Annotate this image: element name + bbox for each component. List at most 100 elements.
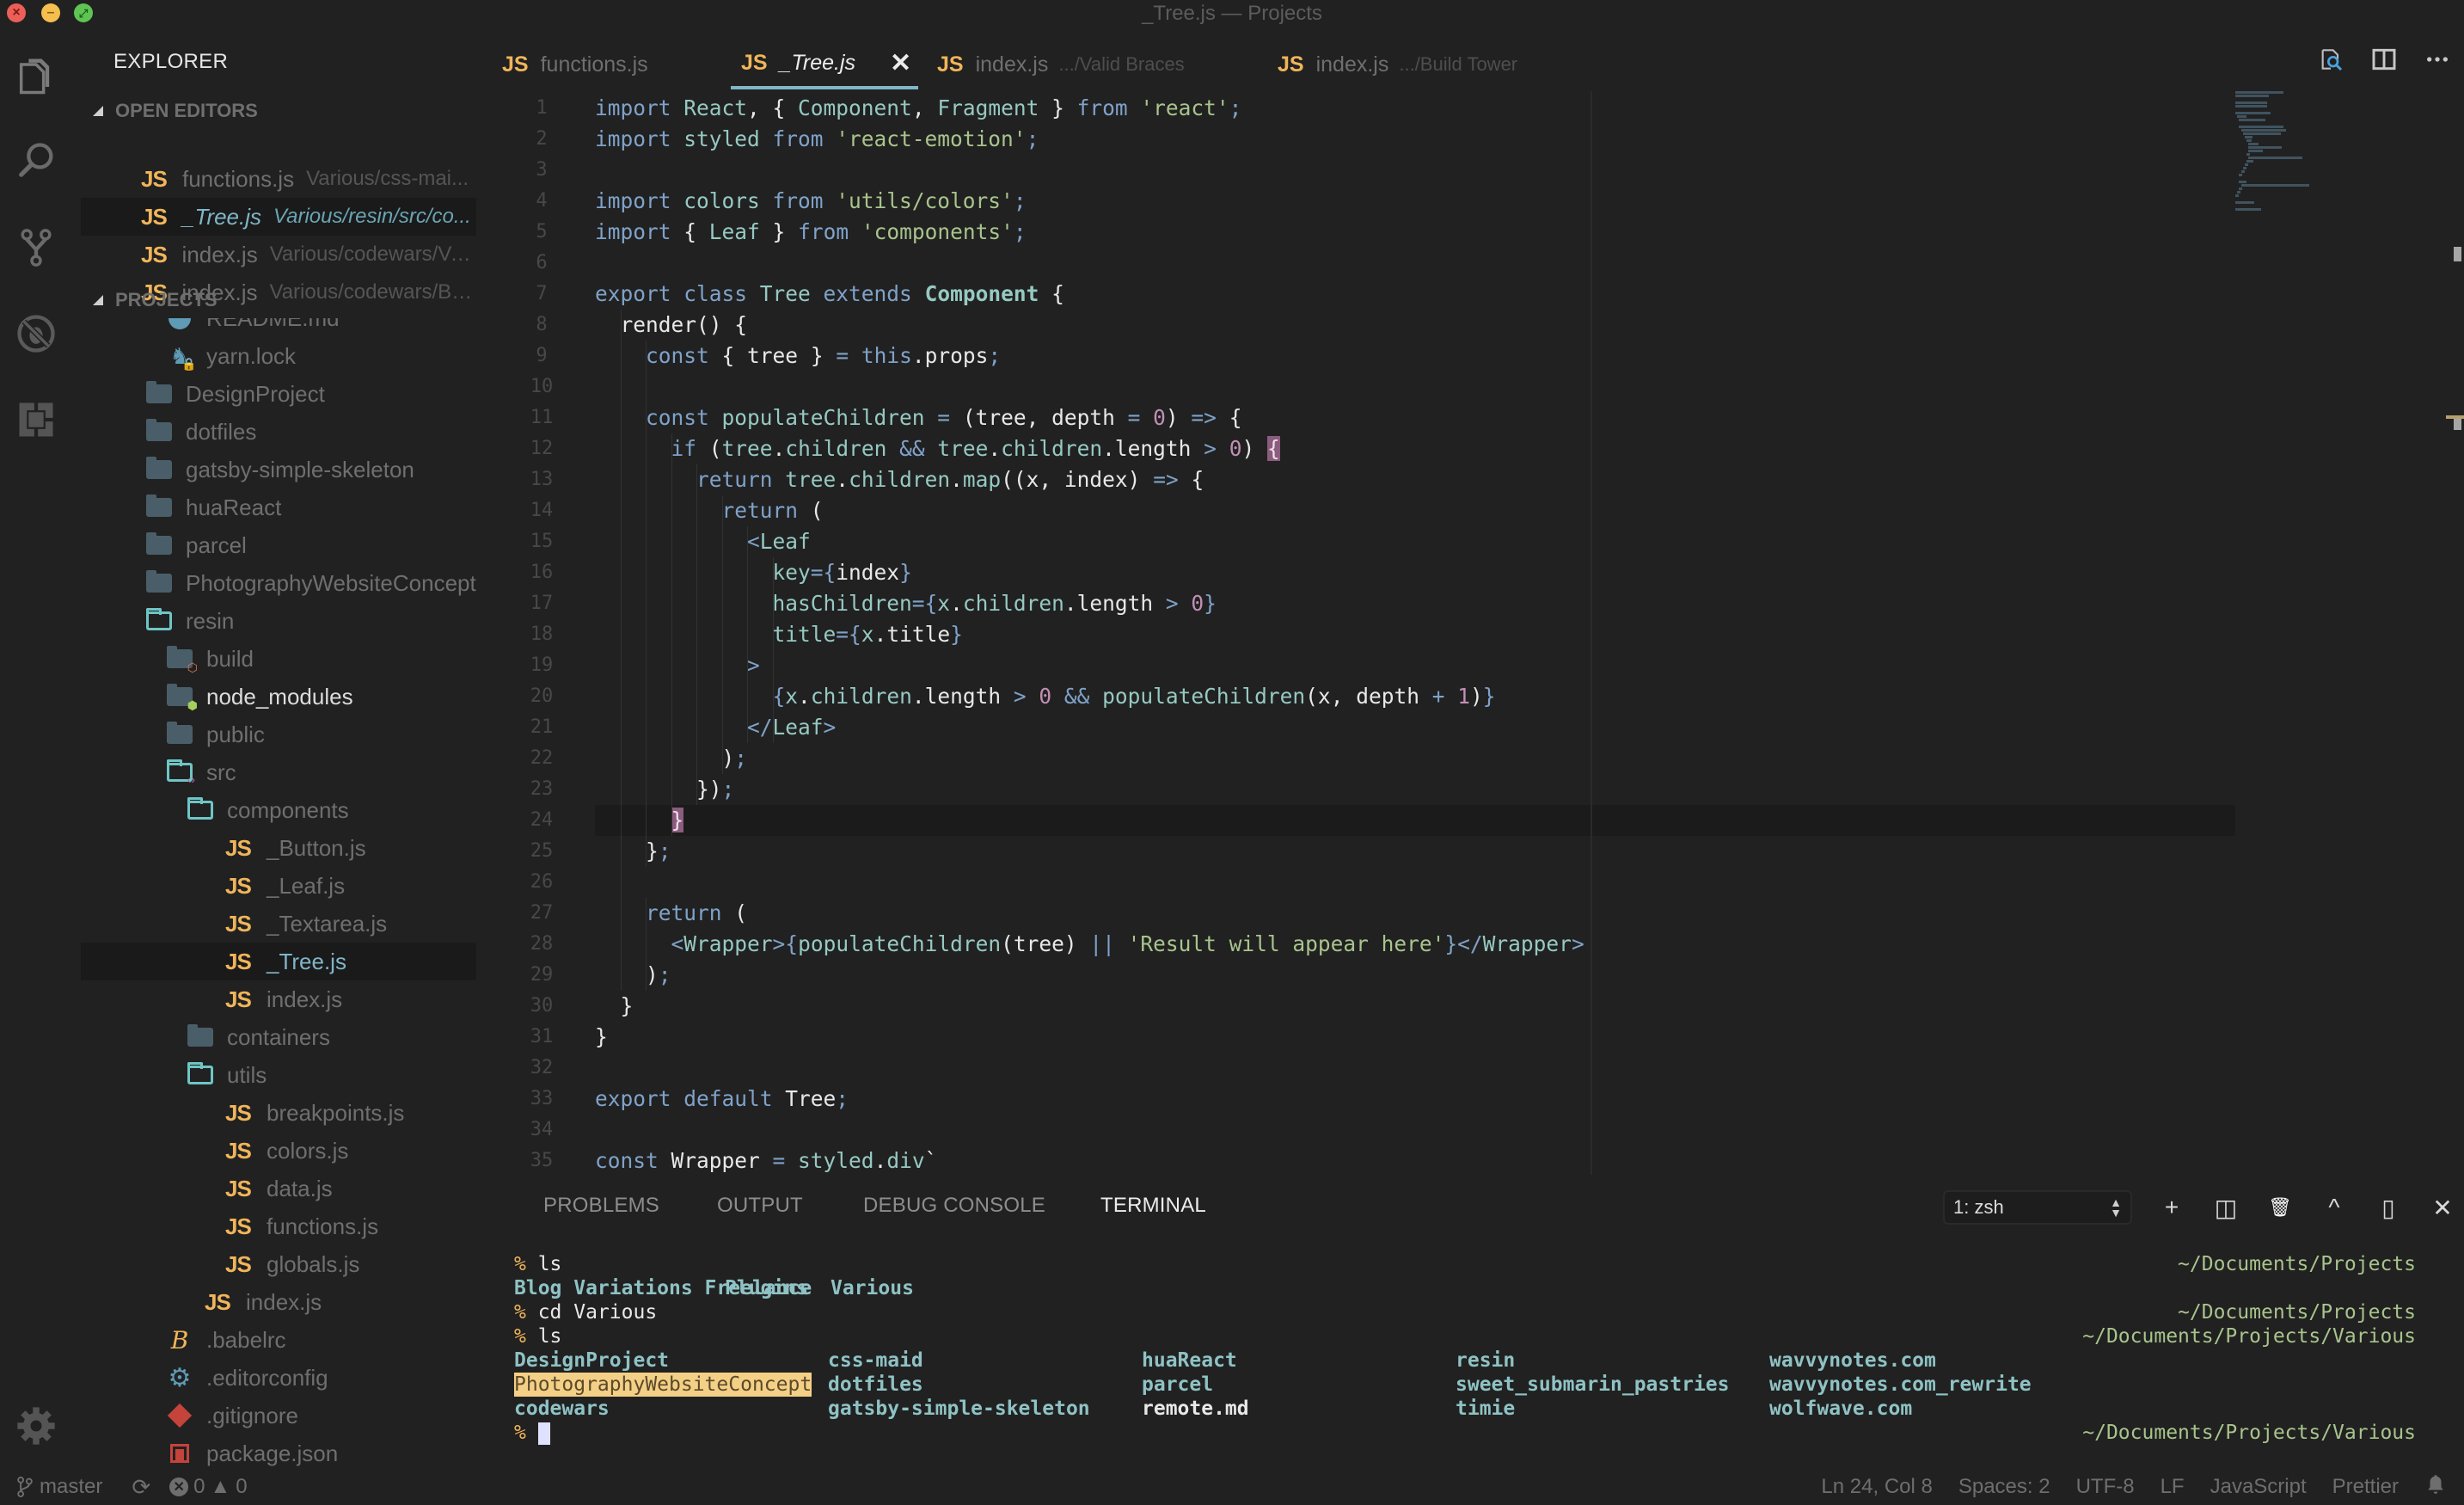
activity-source-control[interactable] <box>12 224 60 272</box>
activity-debug[interactable] <box>12 310 60 358</box>
tree-item-package-json[interactable]: package.json <box>81 1434 476 1469</box>
split-editor-button[interactable] <box>2369 45 2399 74</box>
close-tab-icon[interactable]: ✕ <box>890 48 911 78</box>
open-editors-header[interactable]: OPEN EDITORS <box>93 100 258 122</box>
more-actions-button[interactable] <box>2423 45 2452 74</box>
maximize-panel-button[interactable]: ^ <box>2320 1194 2348 1221</box>
sync-button[interactable]: ⟳ <box>132 1474 150 1501</box>
tree-item-readme-md[interactable]: README.md <box>81 318 476 337</box>
tree-item-src[interactable]: ‹› src <box>81 753 476 791</box>
tree-item-yarn-lock[interactable]: ♞ 🔒 yarn.lock <box>81 337 476 375</box>
split-terminal-button[interactable]: ◫ <box>2212 1194 2240 1221</box>
tree-item-containers[interactable]: containers <box>81 1018 476 1056</box>
toggle-panel-position-button[interactable]: ▯ <box>2375 1194 2402 1221</box>
tree-item-data-js[interactable]: JS data.js <box>81 1170 476 1207</box>
activity-manage[interactable] <box>12 1402 60 1450</box>
tree-item-public[interactable]: public <box>81 716 476 753</box>
minimap[interactable] <box>2235 91 2390 246</box>
panel-tab-output[interactable]: OUTPUT <box>717 1194 803 1218</box>
code-text: }; <box>595 836 671 867</box>
indentation[interactable]: Spaces: 2 <box>1958 1475 2050 1499</box>
tree-item-colors-js[interactable]: JS colors.js <box>81 1132 476 1170</box>
tree-item-gatsby-simple-skeleton[interactable]: gatsby-simple-skeleton <box>81 451 476 488</box>
tab-functions-js[interactable]: JS functions.js <box>502 40 648 89</box>
tree-item--textarea-js[interactable]: JS _Textarea.js <box>81 905 476 943</box>
tree-item-globals-js[interactable]: JS globals.js <box>81 1245 476 1283</box>
tree-item-build[interactable]: ⬡ build <box>81 640 476 678</box>
terminal-cursor[interactable] <box>537 1422 550 1445</box>
panel-tab-problems[interactable]: PROBLEMS <box>543 1194 659 1218</box>
terminal-entry: Various <box>831 1277 914 1299</box>
tree-item-photographywebsiteconcept[interactable]: PhotographyWebsiteConcept <box>81 564 476 602</box>
code-token: => <box>1191 405 1229 430</box>
tree-item-dotfiles[interactable]: dotfiles <box>81 413 476 451</box>
activity-search[interactable] <box>12 138 60 186</box>
tree-item--tree-js[interactable]: JS _Tree.js <box>81 943 476 980</box>
close-panel-button[interactable]: ✕ <box>2429 1194 2456 1221</box>
open-editor-item[interactable]: JS functions.js Various/css-mai... <box>81 160 476 198</box>
code-token: ; <box>988 343 1002 368</box>
line-number: 30 <box>530 995 554 1017</box>
tree-item-index-js[interactable]: JS index.js <box>81 980 476 1018</box>
new-terminal-button[interactable]: + <box>2158 1194 2185 1221</box>
tree-item-utils[interactable]: utils <box>81 1056 476 1094</box>
tab--tree-js[interactable]: JS _Tree.js ✕ <box>731 40 919 89</box>
code-editor[interactable]: 1 import React, { Component, Fragment } f… <box>499 91 2235 1175</box>
code-text: </Leaf> <box>595 712 836 743</box>
tree-item--babelrc[interactable]: B .babelrc <box>81 1321 476 1359</box>
code-token: > <box>1204 436 1229 461</box>
tree-item--button-js[interactable]: JS _Button.js <box>81 829 476 867</box>
line-number: 11 <box>530 407 554 428</box>
line-number: 19 <box>530 654 554 676</box>
tree-item--gitignore[interactable]: .gitignore <box>81 1397 476 1434</box>
status-bar: master ⟳ ✕ 0 ▲ 0 Ln 24, Col 8 Spaces: 2 … <box>0 1469 2464 1505</box>
code-token: depth <box>1356 684 1432 709</box>
line-number: 26 <box>530 871 554 893</box>
notifications-button[interactable] <box>2424 1472 2447 1502</box>
tab-index-js[interactable]: JS index.js .../Build Tower <box>1278 40 1517 89</box>
tree-item-index-js[interactable]: JS index.js <box>81 1283 476 1321</box>
folder-icon <box>167 722 193 744</box>
terminal-select[interactable]: 1: zsh ▲ ▼ <box>1943 1190 2132 1225</box>
tab-index-js[interactable]: JS index.js .../Valid Braces <box>937 40 1185 89</box>
tree-item--editorconfig[interactable]: ⚙ .editorconfig <box>81 1359 476 1397</box>
projects-header[interactable]: PROJECTS <box>93 289 218 311</box>
open-preview-button[interactable] <box>2316 45 2345 74</box>
end-of-line[interactable]: LF <box>2161 1475 2185 1499</box>
code-token: = <box>772 1148 799 1173</box>
code-line: 11 const populateChildren = (tree, depth… <box>499 402 2235 433</box>
code-text: const Wrapper = styled.div` <box>595 1146 937 1175</box>
kill-terminal-button[interactable]: 🗑 <box>2266 1194 2294 1221</box>
tree-item-designproject[interactable]: DesignProject <box>81 375 476 413</box>
tree-item-components[interactable]: components <box>81 791 476 829</box>
cursor-position[interactable]: Ln 24, Col 8 <box>1821 1475 1932 1499</box>
code-token: children <box>962 591 1064 616</box>
code-token: } <box>1482 684 1496 709</box>
panel-tab-terminal[interactable]: TERMINAL <box>1100 1194 1206 1218</box>
js-file-icon: JS <box>205 1288 231 1315</box>
problems-indicator[interactable]: ✕ 0 ▲ 0 <box>169 1475 248 1499</box>
tree-item--leaf-js[interactable]: JS _Leaf.js <box>81 867 476 905</box>
open-editor-item[interactable]: JS index.js Various/codewars/Va... <box>81 236 476 273</box>
scrollbar-thumb[interactable] <box>2454 247 2461 261</box>
activity-explorer[interactable] <box>12 52 60 100</box>
tree-item-node-modules[interactable]: ⬢ node_modules <box>81 678 476 716</box>
branch-indicator[interactable]: master <box>15 1475 102 1499</box>
formatter[interactable]: Prettier <box>2332 1475 2399 1499</box>
yarn-icon: ♞ 🔒 <box>169 342 197 371</box>
tree-item-resin[interactable]: resin <box>81 602 476 640</box>
code-line: 22 ); <box>499 743 2235 774</box>
tree-item-parcel[interactable]: parcel <box>81 526 476 564</box>
tree-item-huareact[interactable]: huaReact <box>81 488 476 526</box>
activity-extensions[interactable] <box>12 396 60 444</box>
open-editor-item[interactable]: JS _Tree.js Various/resin/src/co... <box>81 198 476 236</box>
terminal-entry: wavvynotes.com <box>1769 1349 1936 1372</box>
open-editor-path: Various/resin/src/co... <box>273 205 471 228</box>
panel-tab-debug-console[interactable]: DEBUG CONSOLE <box>863 1194 1045 1218</box>
line-number: 10 <box>530 376 554 397</box>
encoding[interactable]: UTF-8 <box>2076 1475 2135 1499</box>
tree-item-functions-js[interactable]: JS functions.js <box>81 1207 476 1245</box>
tree-item-breakpoints-js[interactable]: JS breakpoints.js <box>81 1094 476 1132</box>
language-mode[interactable]: JavaScript <box>2210 1475 2307 1499</box>
code-text: hasChildren={x.children.length > 0} <box>595 588 1217 619</box>
